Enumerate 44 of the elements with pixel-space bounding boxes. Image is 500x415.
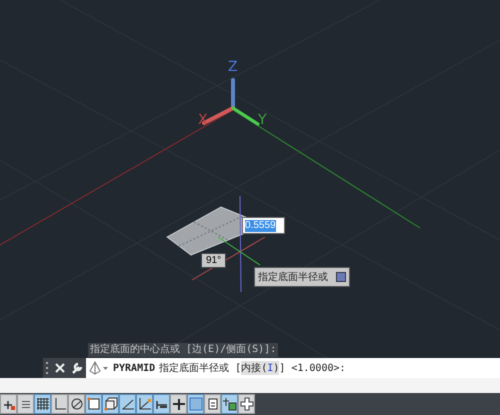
box-icon (104, 397, 118, 411)
transparency-icon (188, 397, 202, 411)
option-link[interactable]: 内接(I) (241, 361, 280, 375)
dynamic-ucs-toggle[interactable] (136, 394, 153, 414)
square-toggle[interactable] (85, 394, 102, 414)
expand-icon[interactable] (336, 272, 346, 282)
crosshair-toggle[interactable] (170, 394, 187, 414)
z-axis-label: Z (228, 60, 238, 74)
grip-icon[interactable] (46, 362, 50, 374)
pyramid-icon[interactable] (89, 361, 109, 375)
selection-icon (222, 397, 236, 411)
default-value: ] <1.0000>: (279, 362, 346, 374)
tooltip-text: 指定底面半径或 (258, 270, 328, 284)
plus-toggle[interactable] (238, 394, 255, 414)
close-icon[interactable] (55, 363, 65, 373)
command-prompt: 指定底面半径或 [ (159, 362, 242, 375)
snap-toggle[interactable] (0, 394, 17, 414)
angle-icon (120, 397, 134, 411)
y-axis-label: Y (258, 113, 267, 127)
panel-toggle[interactable] (204, 394, 221, 414)
panel-icon (206, 397, 220, 411)
command-name: PYRAMID (113, 362, 156, 374)
crosshair-icon (172, 397, 186, 411)
command-history: 指定底面的中心点或 [边(E)/侧面(S)]: (88, 343, 278, 357)
command-line-handle[interactable] (43, 358, 86, 378)
grid-toggle[interactable] (34, 394, 51, 414)
x-axis-label: X (198, 113, 208, 127)
command-input-field[interactable]: PYRAMID 指定底面半径或 [内接(I)] <1.0000>: (86, 358, 500, 378)
square-icon (86, 397, 100, 411)
ortho-toggle[interactable] (51, 394, 68, 414)
plus-icon (240, 397, 254, 411)
wrench-icon[interactable] (70, 361, 84, 375)
box-toggle[interactable] (102, 394, 119, 414)
base-grid-lines (178, 216, 244, 246)
angle-toggle[interactable] (119, 394, 136, 414)
selection-toggle[interactable] (221, 394, 238, 414)
polar-toggle[interactable] (68, 394, 85, 414)
angle-readout: 91° (201, 253, 226, 268)
lineweight-toggle[interactable] (153, 394, 170, 414)
transparency-toggle[interactable] (187, 394, 204, 414)
ortho-icon (52, 397, 66, 411)
dynamic-ucs-icon (138, 397, 152, 411)
polar-icon (70, 397, 84, 411)
grid-icon (36, 397, 50, 411)
